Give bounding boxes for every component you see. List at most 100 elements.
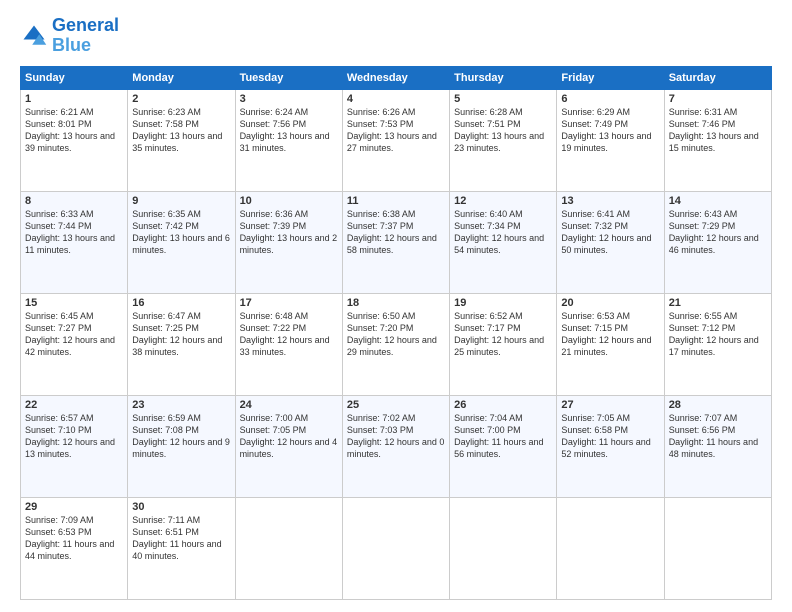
calendar-cell: 29 Sunrise: 7:09 AMSunset: 6:53 PMDaylig… (21, 497, 128, 599)
cell-content: Sunrise: 6:53 AMSunset: 7:15 PMDaylight:… (561, 310, 659, 359)
day-number: 11 (347, 195, 445, 207)
day-number: 20 (561, 297, 659, 309)
calendar-table: SundayMondayTuesdayWednesdayThursdayFrid… (20, 66, 772, 600)
calendar-cell: 24 Sunrise: 7:00 AMSunset: 7:05 PMDaylig… (235, 395, 342, 497)
calendar-header-tuesday: Tuesday (235, 66, 342, 89)
cell-content: Sunrise: 7:07 AMSunset: 6:56 PMDaylight:… (669, 412, 767, 461)
calendar-cell: 26 Sunrise: 7:04 AMSunset: 7:00 PMDaylig… (450, 395, 557, 497)
day-number: 15 (25, 297, 123, 309)
calendar-header-monday: Monday (128, 66, 235, 89)
calendar-week-3: 15 Sunrise: 6:45 AMSunset: 7:27 PMDaylig… (21, 293, 772, 395)
day-number: 13 (561, 195, 659, 207)
calendar-cell (342, 497, 449, 599)
calendar-cell: 27 Sunrise: 7:05 AMSunset: 6:58 PMDaylig… (557, 395, 664, 497)
day-number: 30 (132, 501, 230, 513)
day-number: 4 (347, 93, 445, 105)
calendar-cell (664, 497, 771, 599)
day-number: 5 (454, 93, 552, 105)
day-number: 16 (132, 297, 230, 309)
calendar-cell: 21 Sunrise: 6:55 AMSunset: 7:12 PMDaylig… (664, 293, 771, 395)
cell-content: Sunrise: 6:43 AMSunset: 7:29 PMDaylight:… (669, 208, 767, 257)
calendar-cell: 12 Sunrise: 6:40 AMSunset: 7:34 PMDaylig… (450, 191, 557, 293)
logo-text: General Blue (52, 16, 119, 56)
day-number: 24 (240, 399, 338, 411)
cell-content: Sunrise: 7:11 AMSunset: 6:51 PMDaylight:… (132, 514, 230, 563)
calendar-cell: 11 Sunrise: 6:38 AMSunset: 7:37 PMDaylig… (342, 191, 449, 293)
cell-content: Sunrise: 6:48 AMSunset: 7:22 PMDaylight:… (240, 310, 338, 359)
cell-content: Sunrise: 7:05 AMSunset: 6:58 PMDaylight:… (561, 412, 659, 461)
cell-content: Sunrise: 6:57 AMSunset: 7:10 PMDaylight:… (25, 412, 123, 461)
calendar-cell: 2 Sunrise: 6:23 AMSunset: 7:58 PMDayligh… (128, 89, 235, 191)
calendar-cell: 23 Sunrise: 6:59 AMSunset: 7:08 PMDaylig… (128, 395, 235, 497)
cell-content: Sunrise: 7:09 AMSunset: 6:53 PMDaylight:… (25, 514, 123, 563)
calendar-week-5: 29 Sunrise: 7:09 AMSunset: 6:53 PMDaylig… (21, 497, 772, 599)
calendar-header-row: SundayMondayTuesdayWednesdayThursdayFrid… (21, 66, 772, 89)
calendar-header-saturday: Saturday (664, 66, 771, 89)
day-number: 1 (25, 93, 123, 105)
cell-content: Sunrise: 6:38 AMSunset: 7:37 PMDaylight:… (347, 208, 445, 257)
cell-content: Sunrise: 6:55 AMSunset: 7:12 PMDaylight:… (669, 310, 767, 359)
day-number: 22 (25, 399, 123, 411)
calendar-cell: 7 Sunrise: 6:31 AMSunset: 7:46 PMDayligh… (664, 89, 771, 191)
day-number: 23 (132, 399, 230, 411)
cell-content: Sunrise: 7:02 AMSunset: 7:03 PMDaylight:… (347, 412, 445, 461)
cell-content: Sunrise: 6:50 AMSunset: 7:20 PMDaylight:… (347, 310, 445, 359)
day-number: 26 (454, 399, 552, 411)
calendar-cell: 10 Sunrise: 6:36 AMSunset: 7:39 PMDaylig… (235, 191, 342, 293)
day-number: 2 (132, 93, 230, 105)
cell-content: Sunrise: 6:59 AMSunset: 7:08 PMDaylight:… (132, 412, 230, 461)
day-number: 10 (240, 195, 338, 207)
calendar-week-1: 1 Sunrise: 6:21 AMSunset: 8:01 PMDayligh… (21, 89, 772, 191)
calendar-cell: 9 Sunrise: 6:35 AMSunset: 7:42 PMDayligh… (128, 191, 235, 293)
logo-icon (20, 22, 48, 50)
calendar-cell: 19 Sunrise: 6:52 AMSunset: 7:17 PMDaylig… (450, 293, 557, 395)
day-number: 9 (132, 195, 230, 207)
day-number: 29 (25, 501, 123, 513)
cell-content: Sunrise: 6:36 AMSunset: 7:39 PMDaylight:… (240, 208, 338, 257)
header: General Blue (20, 16, 772, 56)
calendar-header-sunday: Sunday (21, 66, 128, 89)
day-number: 14 (669, 195, 767, 207)
calendar-cell (235, 497, 342, 599)
calendar-cell: 14 Sunrise: 6:43 AMSunset: 7:29 PMDaylig… (664, 191, 771, 293)
calendar-cell: 30 Sunrise: 7:11 AMSunset: 6:51 PMDaylig… (128, 497, 235, 599)
calendar-week-4: 22 Sunrise: 6:57 AMSunset: 7:10 PMDaylig… (21, 395, 772, 497)
calendar-cell: 4 Sunrise: 6:26 AMSunset: 7:53 PMDayligh… (342, 89, 449, 191)
calendar-cell: 17 Sunrise: 6:48 AMSunset: 7:22 PMDaylig… (235, 293, 342, 395)
cell-content: Sunrise: 6:28 AMSunset: 7:51 PMDaylight:… (454, 106, 552, 155)
calendar-cell: 25 Sunrise: 7:02 AMSunset: 7:03 PMDaylig… (342, 395, 449, 497)
day-number: 25 (347, 399, 445, 411)
calendar-cell: 5 Sunrise: 6:28 AMSunset: 7:51 PMDayligh… (450, 89, 557, 191)
day-number: 6 (561, 93, 659, 105)
calendar-cell: 3 Sunrise: 6:24 AMSunset: 7:56 PMDayligh… (235, 89, 342, 191)
cell-content: Sunrise: 6:23 AMSunset: 7:58 PMDaylight:… (132, 106, 230, 155)
cell-content: Sunrise: 6:24 AMSunset: 7:56 PMDaylight:… (240, 106, 338, 155)
calendar-header-friday: Friday (557, 66, 664, 89)
day-number: 8 (25, 195, 123, 207)
day-number: 17 (240, 297, 338, 309)
day-number: 12 (454, 195, 552, 207)
day-number: 21 (669, 297, 767, 309)
calendar-cell: 28 Sunrise: 7:07 AMSunset: 6:56 PMDaylig… (664, 395, 771, 497)
cell-content: Sunrise: 6:21 AMSunset: 8:01 PMDaylight:… (25, 106, 123, 155)
day-number: 27 (561, 399, 659, 411)
calendar-cell (557, 497, 664, 599)
day-number: 19 (454, 297, 552, 309)
cell-content: Sunrise: 6:45 AMSunset: 7:27 PMDaylight:… (25, 310, 123, 359)
cell-content: Sunrise: 6:26 AMSunset: 7:53 PMDaylight:… (347, 106, 445, 155)
calendar-cell: 13 Sunrise: 6:41 AMSunset: 7:32 PMDaylig… (557, 191, 664, 293)
day-number: 7 (669, 93, 767, 105)
calendar-cell (450, 497, 557, 599)
day-number: 18 (347, 297, 445, 309)
cell-content: Sunrise: 6:47 AMSunset: 7:25 PMDaylight:… (132, 310, 230, 359)
cell-content: Sunrise: 6:35 AMSunset: 7:42 PMDaylight:… (132, 208, 230, 257)
day-number: 3 (240, 93, 338, 105)
calendar-cell: 22 Sunrise: 6:57 AMSunset: 7:10 PMDaylig… (21, 395, 128, 497)
calendar-week-2: 8 Sunrise: 6:33 AMSunset: 7:44 PMDayligh… (21, 191, 772, 293)
calendar-cell: 16 Sunrise: 6:47 AMSunset: 7:25 PMDaylig… (128, 293, 235, 395)
cell-content: Sunrise: 7:00 AMSunset: 7:05 PMDaylight:… (240, 412, 338, 461)
cell-content: Sunrise: 7:04 AMSunset: 7:00 PMDaylight:… (454, 412, 552, 461)
calendar-header-thursday: Thursday (450, 66, 557, 89)
cell-content: Sunrise: 6:33 AMSunset: 7:44 PMDaylight:… (25, 208, 123, 257)
cell-content: Sunrise: 6:40 AMSunset: 7:34 PMDaylight:… (454, 208, 552, 257)
